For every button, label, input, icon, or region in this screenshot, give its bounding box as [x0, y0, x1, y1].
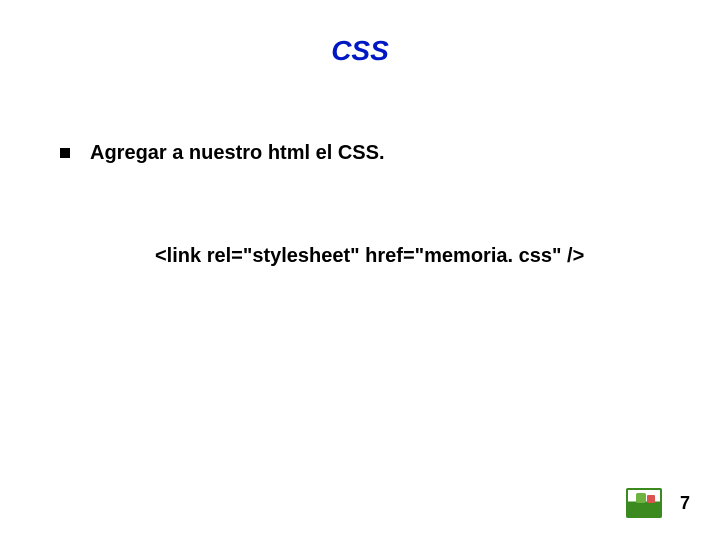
- bullet-marker-icon: [60, 148, 70, 158]
- slide: CSS Agregar a nuestro html el CSS. <link…: [0, 0, 720, 540]
- bullet-item: Agregar a nuestro html el CSS.: [60, 142, 680, 165]
- logo-icon: [626, 488, 662, 518]
- slide-title: CSS: [40, 35, 680, 67]
- slide-footer: 7: [626, 488, 690, 518]
- page-number: 7: [680, 493, 690, 514]
- code-content: <link rel="stylesheet" href="memoria. cs…: [155, 245, 680, 268]
- bullet-text: Agregar a nuestro html el CSS.: [90, 142, 385, 165]
